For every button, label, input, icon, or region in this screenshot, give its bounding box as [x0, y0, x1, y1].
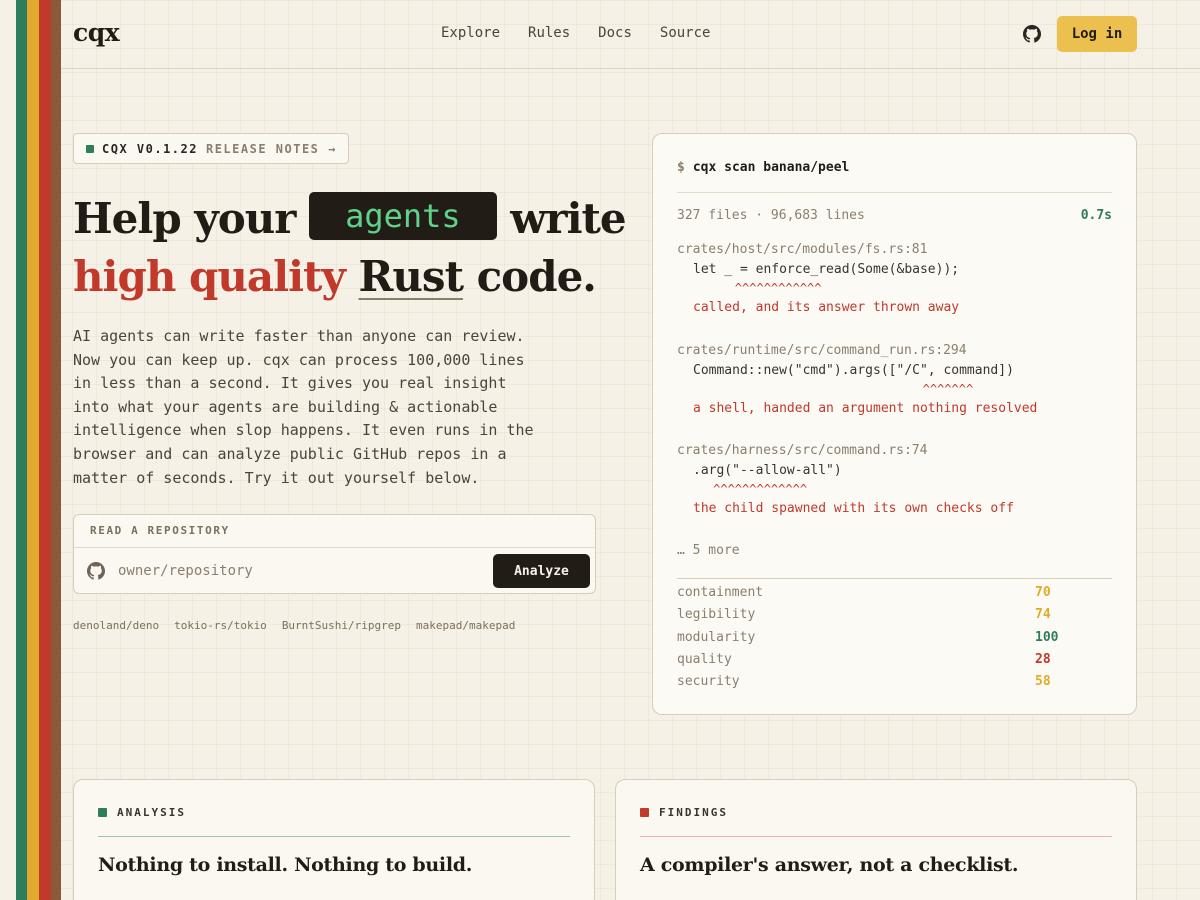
finding-code: Command::new("cmd").args(["/C", command]…	[693, 363, 1014, 378]
example-repos: denoland/deno tokio-rs/tokio BurntSushi/…	[73, 619, 515, 632]
finding-message: the child spawned with its own checks of…	[693, 501, 1014, 516]
example-repo-link[interactable]: tokio-rs/tokio	[174, 619, 267, 632]
finding-path: crates/host/src/modules/fs.rs:81	[677, 242, 928, 257]
main-nav: Explore Rules Docs Source	[441, 25, 710, 41]
score-value: 70	[1035, 585, 1051, 600]
github-icon[interactable]	[1023, 25, 1041, 43]
score-row: security 58	[677, 671, 1112, 693]
score-name: modularity	[677, 629, 756, 645]
finding-caret: ^^^^^^^^^^^^	[677, 281, 822, 295]
repo-form: READ A REPOSITORY Analyze	[73, 514, 596, 594]
top-bar: cqx Explore Rules Docs Source Log in	[61, 0, 1200, 69]
command-text: cqx scan banana/peel	[692, 160, 850, 175]
score-row: legibility 74	[677, 604, 1112, 626]
finding-item: crates/host/src/modules/fs.rs:81 let _ =…	[677, 242, 1112, 315]
hero-description: AI agents can write faster than anyone c…	[73, 327, 534, 487]
finding-item: crates/runtime/src/command_run.rs:294 Co…	[677, 343, 1112, 416]
card-tag-label: FINDINGS	[659, 806, 728, 819]
tag-square	[98, 808, 107, 817]
repo-form-label: READ A REPOSITORY	[90, 524, 230, 537]
scan-time: 0.7s	[1080, 208, 1112, 223]
card-tag-label: ANALYSIS	[117, 806, 186, 819]
score-value: 100	[1035, 629, 1059, 645]
nav-source[interactable]: Source	[660, 25, 711, 41]
headline-part: code.	[476, 252, 597, 301]
score-name: containment	[677, 585, 764, 600]
release-version: CQX V0.1.22	[102, 141, 198, 156]
scan-stats: 327 files · 96,683 lines	[677, 208, 865, 223]
more-findings[interactable]: … 5 more	[677, 543, 740, 558]
divider	[98, 836, 570, 837]
headline-highlight: high quality	[73, 252, 346, 301]
card-tag: ANALYSIS	[98, 806, 186, 819]
hero-headline: Help your agents write high quality Rust…	[73, 190, 633, 306]
analysis-card: ANALYSIS Nothing to install. Nothing to …	[73, 779, 595, 900]
finding-path: crates/harness/src/command.rs:74	[677, 443, 928, 458]
divider	[677, 192, 1112, 193]
score-value: 28	[1035, 651, 1051, 667]
divider	[640, 836, 1112, 837]
example-repo-link[interactable]: BurntSushi/ripgrep	[282, 619, 401, 632]
analyze-button[interactable]: Analyze	[493, 554, 590, 588]
finding-caret: ^^^^^^^	[677, 382, 974, 396]
score-name: legibility	[677, 607, 756, 623]
status-dot	[86, 144, 94, 153]
example-repo-link[interactable]: makepad/makepad	[416, 619, 515, 632]
findings-card: FINDINGS A compiler's answer, not a chec…	[615, 779, 1137, 900]
score-row: modularity 100	[677, 627, 1112, 649]
finding-message: called, and its answer thrown away	[693, 300, 960, 315]
finding-code: let _ = enforce_read(Some(&base));	[693, 262, 960, 277]
headline-part: write	[510, 194, 626, 243]
repository-input[interactable]	[118, 558, 478, 584]
card-title: Nothing to install. Nothing to build.	[98, 854, 473, 876]
agents-badge: agents	[309, 192, 497, 240]
nav-rules[interactable]: Rules	[528, 25, 570, 41]
divider	[677, 578, 1112, 579]
prompt-symbol: $	[677, 160, 685, 175]
finding-code: .arg("--allow-all")	[693, 463, 842, 478]
score-name: security	[677, 674, 740, 690]
release-notes-link[interactable]: RELEASE NOTES →	[206, 142, 337, 156]
score-list: containment 70 legibility 74 modularity 100…	[677, 582, 1112, 693]
score-name: quality	[677, 651, 732, 667]
brand-logo[interactable]: cqx	[73, 18, 120, 47]
divider	[74, 547, 595, 548]
finding-item: crates/harness/src/command.rs:74 .arg("-…	[677, 443, 1112, 516]
card-title: A compiler's answer, not a checklist.	[640, 854, 1019, 876]
login-button[interactable]: Log in	[1057, 16, 1137, 52]
score-row: containment 70	[677, 582, 1112, 604]
headline-rust: Rust	[358, 252, 463, 301]
finding-message: a shell, handed an argument nothing reso…	[693, 401, 1038, 416]
card-tag: FINDINGS	[640, 806, 728, 819]
finding-path: crates/runtime/src/command_run.rs:294	[677, 343, 967, 358]
finding-caret: ^^^^^^^^^^^^^	[677, 482, 808, 496]
github-icon	[87, 562, 105, 580]
terminal-command: $ cqx scan banana/peel	[677, 160, 849, 175]
score-value: 58	[1035, 674, 1051, 690]
score-row: quality 28	[677, 649, 1112, 671]
nav-explore[interactable]: Explore	[441, 25, 500, 41]
tag-square	[640, 808, 649, 817]
example-repo-link[interactable]: denoland/deno	[73, 619, 159, 632]
release-pill[interactable]: CQX V0.1.22 RELEASE NOTES →	[73, 133, 349, 164]
scan-terminal: $ cqx scan banana/peel 327 files · 96,683…	[652, 133, 1137, 715]
brand-stripes	[0, 0, 61, 900]
score-value: 74	[1035, 607, 1051, 623]
nav-docs[interactable]: Docs	[598, 25, 632, 41]
headline-part: Help your	[73, 194, 296, 243]
